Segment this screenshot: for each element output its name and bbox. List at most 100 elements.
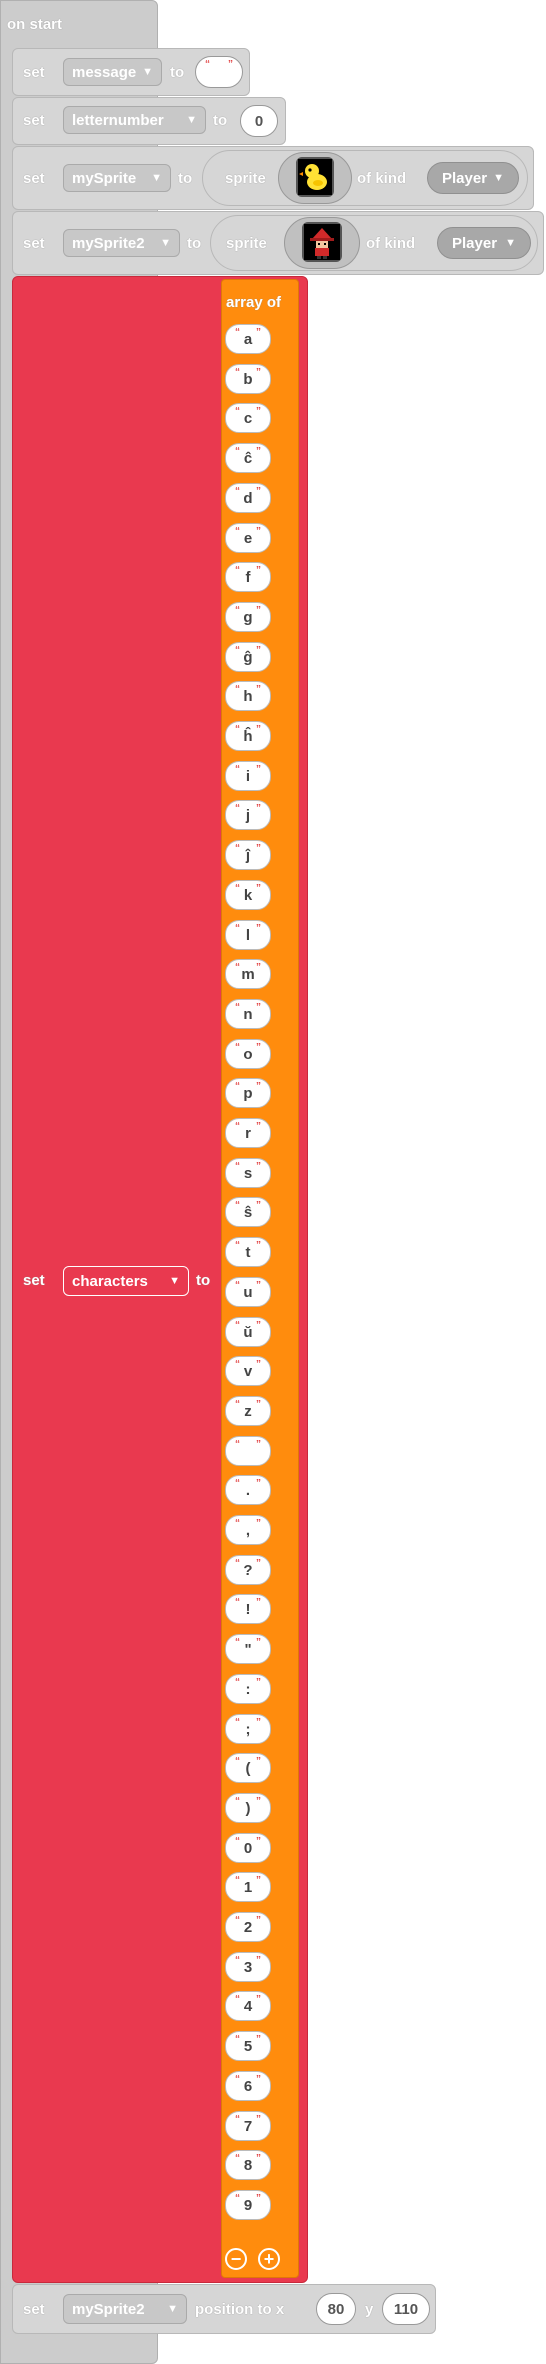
open-quote-icon: “	[235, 724, 240, 735]
array-item-value: b	[243, 370, 253, 388]
array-item-string-input[interactable]: “) ”	[225, 1793, 271, 1823]
array-item-value: 4	[243, 1997, 253, 2015]
x-value-input[interactable]: 80	[316, 2293, 356, 2325]
array-item-value: ĉ	[243, 449, 253, 467]
variable-dropdown-message[interactable]: message ▼	[63, 58, 162, 86]
open-quote-icon: “	[235, 1597, 240, 1608]
close-quote-icon: ”	[256, 1597, 261, 1608]
array-item-string-input[interactable]: “! ”	[225, 1594, 271, 1624]
array-item-string-input[interactable]: “b”	[225, 364, 271, 394]
close-quote-icon: ”	[256, 1280, 261, 1291]
array-item-string-input[interactable]: “4”	[225, 1991, 271, 2021]
array-item-string-input[interactable]: “6”	[225, 2071, 271, 2101]
array-item-string-input[interactable]: “: ”	[225, 1674, 271, 1704]
open-quote-icon: “	[235, 1915, 240, 1926]
array-item-string-input[interactable]: “ f ”	[225, 562, 271, 592]
array-item-value: o	[243, 1045, 253, 1063]
array-item-string-input[interactable]: “5”	[225, 2031, 271, 2061]
array-item-string-input[interactable]: “h”	[225, 681, 271, 711]
open-quote-icon: “	[235, 1875, 240, 1886]
chevron-down-icon: ▼	[186, 114, 197, 126]
array-item-string-input[interactable]: “n”	[225, 999, 271, 1029]
array-item-string-input[interactable]: “g”	[225, 602, 271, 632]
array-item-string-input[interactable]: “7”	[225, 2111, 271, 2141]
array-item-string-input[interactable]: “o”	[225, 1039, 271, 1069]
add-item-button[interactable]: +	[258, 2248, 280, 2270]
array-item-string-input[interactable]: “k”	[225, 880, 271, 910]
array-item-string-input[interactable]: “; ”	[225, 1714, 271, 1744]
array-item-string-input[interactable]: “m”	[225, 959, 271, 989]
array-item-value: ĵ	[245, 846, 251, 864]
close-quote-icon: ”	[256, 327, 261, 338]
array-item-string-input[interactable]: “2”	[225, 1912, 271, 1942]
array-item-string-input[interactable]: “ ”	[225, 1436, 271, 1466]
close-quote-icon: ”	[256, 1558, 261, 1569]
array-item-string-input[interactable]: “9”	[225, 2190, 271, 2220]
array-item-string-input[interactable]: “ z ”	[225, 1396, 271, 1426]
array-item-string-input[interactable]: “ĥ”	[225, 721, 271, 751]
array-item-string-input[interactable]: “d”	[225, 483, 271, 513]
array-item-string-input[interactable]: “a”	[225, 324, 271, 354]
array-item-string-input[interactable]: “s”	[225, 1158, 271, 1188]
red-hat-character-sprite-icon	[302, 222, 342, 262]
array-item-string-input[interactable]: “ r ”	[225, 1118, 271, 1148]
open-quote-icon: “	[235, 1994, 240, 2005]
array-item-value: z	[244, 1402, 252, 1420]
array-item-string-input[interactable]: “1”	[225, 1872, 271, 1902]
close-quote-icon: ”	[256, 1518, 261, 1529]
variable-name: mySprite2	[72, 2300, 145, 2318]
array-item-string-input[interactable]: “0”	[225, 1833, 271, 1863]
array-item-string-input[interactable]: “c”	[225, 403, 271, 433]
array-item-string-input[interactable]: “ ĵ ”	[225, 840, 271, 870]
close-quote-icon: ”	[256, 2114, 261, 2125]
number-value-input[interactable]: 0	[240, 105, 278, 137]
array-item-string-input[interactable]: “ l ”	[225, 920, 271, 950]
array-item-string-input[interactable]: “p”	[225, 1078, 271, 1108]
close-quote-icon: ”	[256, 803, 261, 814]
array-item-value: ĥ	[243, 727, 253, 745]
array-item-string-input[interactable]: “, ”	[225, 1515, 271, 1545]
array-item-string-input[interactable]: “8”	[225, 2150, 271, 2180]
chevron-down-icon: ▼	[151, 172, 162, 184]
array-item-string-input[interactable]: “. ”	[225, 1475, 271, 1505]
array-item-string-input[interactable]: “?”	[225, 1555, 271, 1585]
variable-dropdown-letternumber[interactable]: letternumber ▼	[63, 106, 206, 134]
close-quote-icon: ”	[256, 1955, 261, 1966]
open-quote-icon: “	[235, 2114, 240, 2125]
kind-dropdown-player[interactable]: Player ▼	[427, 162, 519, 194]
array-item-value: ŭ	[243, 1323, 253, 1341]
array-item-string-input[interactable]: “u”	[225, 1277, 271, 1307]
close-quote-icon: ”	[256, 1994, 261, 2005]
array-item-value: .	[245, 1481, 251, 1499]
array-item-string-input[interactable]: “ (”	[225, 1753, 271, 1783]
variable-dropdown-mysprite[interactable]: mySprite ▼	[63, 164, 171, 192]
close-quote-icon: ”	[256, 1200, 261, 1211]
variable-dropdown-mysprite2[interactable]: mySprite2 ▼	[63, 2294, 187, 2324]
array-item-string-input[interactable]: “ i ”	[225, 761, 271, 791]
open-quote-icon: “	[235, 843, 240, 854]
array-item-string-input[interactable]: “ĉ”	[225, 443, 271, 473]
array-item-string-input[interactable]: “ŭ”	[225, 1317, 271, 1347]
string-value-input[interactable]: “ ”	[195, 56, 243, 88]
open-quote-icon: “	[235, 1439, 240, 1450]
array-item-string-input[interactable]: “ " ”	[225, 1634, 271, 1664]
array-item-value: v	[243, 1362, 253, 1380]
kind-dropdown-player[interactable]: Player ▼	[437, 227, 531, 259]
array-item-string-input[interactable]: “ j ”	[225, 800, 271, 830]
array-item-string-input[interactable]: “ t ”	[225, 1237, 271, 1267]
variable-dropdown-mysprite2[interactable]: mySprite2 ▼	[63, 229, 180, 257]
position-to-x-label: position to x	[195, 2301, 285, 2318]
kind-value: Player	[452, 234, 498, 252]
variable-dropdown-characters[interactable]: characters ▼	[63, 1266, 189, 1296]
array-item-string-input[interactable]: “ĝ”	[225, 642, 271, 672]
x-value: 80	[327, 2300, 345, 2318]
array-item-string-input[interactable]: “3”	[225, 1952, 271, 1982]
remove-item-button[interactable]: −	[225, 2248, 247, 2270]
array-item-value: 2	[243, 1918, 253, 1936]
array-item-string-input[interactable]: “e”	[225, 523, 271, 553]
array-item-string-input[interactable]: “v”	[225, 1356, 271, 1386]
minus-icon: −	[230, 2249, 242, 2269]
open-quote-icon: “	[235, 1161, 240, 1172]
array-item-string-input[interactable]: “ŝ”	[225, 1197, 271, 1227]
y-value-input[interactable]: 110	[382, 2293, 430, 2325]
